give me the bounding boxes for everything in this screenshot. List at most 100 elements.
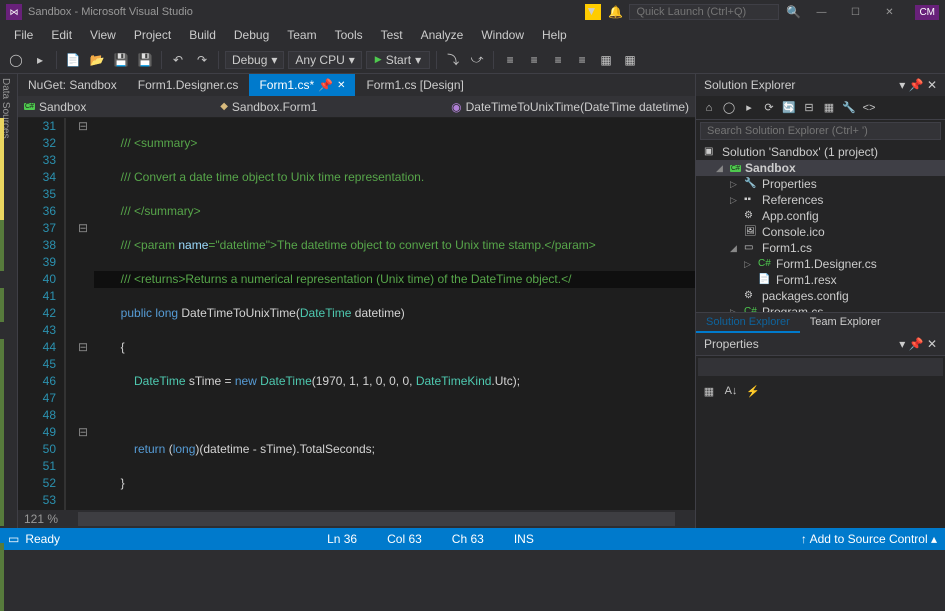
toolbar-icon[interactable]: ▦ — [620, 50, 640, 70]
pin-icon[interactable]: 📌 — [318, 78, 333, 92]
menu-test[interactable]: Test — [373, 25, 411, 45]
start-button[interactable]: ▶Start▾ — [366, 51, 430, 69]
menu-project[interactable]: Project — [126, 25, 179, 45]
events-icon[interactable]: ⚡ — [744, 382, 762, 400]
open-file-icon[interactable]: 📂 — [87, 50, 107, 70]
tree-properties[interactable]: ▷🔧Properties — [696, 176, 945, 192]
tree-project[interactable]: ◢C#Sandbox — [696, 160, 945, 176]
toolbar-icon[interactable]: ≡ — [548, 50, 568, 70]
nav-project[interactable]: C#Sandbox — [24, 100, 86, 114]
tree-form1[interactable]: ◢▭Form1.cs — [696, 240, 945, 256]
code-editor[interactable]: 3132333435363738394041424344454647484950… — [18, 118, 695, 510]
properties-header: Properties ▾ 📌 ✕ — [696, 333, 945, 355]
pin-icon[interactable]: ▾ 📌 — [899, 337, 923, 351]
quick-launch-input[interactable] — [629, 4, 779, 20]
minimize-button[interactable]: — — [807, 2, 835, 22]
preview-icon[interactable]: <> — [860, 99, 878, 117]
close-tab-icon[interactable]: ✕ — [337, 80, 345, 91]
tab-form1-cs[interactable]: Form1.cs*📌✕ — [249, 74, 356, 96]
collapse-icon[interactable]: ⊟ — [800, 99, 818, 117]
toolbar-icon[interactable]: ≡ — [500, 50, 520, 70]
status-line: Ln 36 — [327, 532, 357, 546]
close-panel-icon[interactable]: ✕ — [927, 78, 937, 92]
nav-forward-icon[interactable]: ▸ — [30, 50, 50, 70]
tree-form1designer[interactable]: ▷C#Form1.Designer.cs — [696, 256, 945, 272]
menu-team[interactable]: Team — [279, 25, 324, 45]
nav-method[interactable]: ◉DateTimeToUnixTime(DateTime datetime) — [451, 100, 689, 114]
nav-back-icon[interactable]: ◯ — [6, 50, 26, 70]
menu-debug[interactable]: Debug — [226, 25, 277, 45]
menu-help[interactable]: Help — [534, 25, 575, 45]
tree-form1resx[interactable]: 📄Form1.resx — [696, 272, 945, 288]
config-selector[interactable]: Debug▾ — [225, 51, 284, 69]
line-gutter: 3132333435363738394041424344454647484950… — [18, 118, 66, 510]
wrench-icon: 🔧 — [744, 178, 758, 190]
tab-nuget[interactable]: NuGet: Sandbox — [18, 74, 128, 96]
refresh-icon[interactable]: 🔄 — [780, 99, 798, 117]
tree-appconfig[interactable]: ⚙App.config — [696, 208, 945, 224]
status-col: Col 63 — [387, 532, 422, 546]
categorized-icon[interactable]: ▦ — [700, 382, 718, 400]
menu-tools[interactable]: Tools — [327, 25, 371, 45]
toolbar-icon[interactable]: ≡ — [524, 50, 544, 70]
solution-search-input[interactable] — [700, 122, 941, 140]
tree-references[interactable]: ▷▪▪References — [696, 192, 945, 208]
tab-solution-explorer[interactable]: Solution Explorer — [696, 313, 800, 333]
toolbar-icon[interactable]: ▦ — [596, 50, 616, 70]
status-ins: INS — [514, 532, 534, 546]
vs-logo-icon: ⋈ — [6, 4, 22, 20]
new-file-icon[interactable]: 📄 — [63, 50, 83, 70]
alphabetical-icon[interactable]: A↓ — [722, 382, 740, 400]
horizontal-scrollbar[interactable] — [78, 512, 675, 526]
menu-build[interactable]: Build — [181, 25, 224, 45]
tree-program[interactable]: ▷C#Program.cs — [696, 304, 945, 312]
close-panel-icon[interactable]: ✕ — [927, 337, 937, 351]
zoom-level[interactable]: 121 % — [24, 512, 58, 526]
maximize-button[interactable]: ☐ — [841, 2, 869, 22]
save-all-icon[interactable]: 💾 — [135, 50, 155, 70]
tree-packages[interactable]: ⚙packages.config — [696, 288, 945, 304]
toolbar-icon[interactable]: ≡ — [572, 50, 592, 70]
pin-icon[interactable]: ▾ 📌 — [899, 78, 923, 92]
sync-icon[interactable]: ⟳ — [760, 99, 778, 117]
notification-badge-icon[interactable]: ▼ — [585, 4, 601, 20]
tab-team-explorer[interactable]: Team Explorer — [800, 313, 891, 333]
code-content[interactable]: /// <summary> /// Convert a date time ob… — [90, 118, 695, 510]
tree-consoleico[interactable]: 🖼Console.ico — [696, 224, 945, 240]
nav-class[interactable]: ◆Sandbox.Form1 — [220, 100, 317, 114]
menu-window[interactable]: Window — [473, 25, 532, 45]
solution-icon: ▣ — [704, 146, 718, 158]
tree-solution[interactable]: ▣Solution 'Sandbox' (1 project) — [696, 144, 945, 160]
status-bar: ▭ Ready Ln 36 Col 63 Ch 63 INS ↑ Add to S… — [0, 528, 945, 550]
menu-edit[interactable]: Edit — [43, 25, 80, 45]
user-badge[interactable]: CM — [915, 5, 939, 20]
home-icon[interactable]: ⌂ — [700, 99, 718, 117]
properties-icon[interactable]: 🔧 — [840, 99, 858, 117]
tab-form1-design[interactable]: Form1.cs [Design] — [356, 74, 474, 96]
panel-tab-strip: Solution Explorer Team Explorer — [696, 312, 945, 333]
show-all-icon[interactable]: ▦ — [820, 99, 838, 117]
back-icon[interactable]: ◯ — [720, 99, 738, 117]
platform-selector[interactable]: Any CPU▾ — [288, 51, 361, 69]
solution-tree: ▣Solution 'Sandbox' (1 project) ◢C#Sandb… — [696, 142, 945, 312]
step-over-icon[interactable]: ⤻ — [467, 50, 487, 70]
resx-icon: 📄 — [758, 274, 772, 286]
redo-icon[interactable]: ↷ — [192, 50, 212, 70]
menu-file[interactable]: File — [6, 25, 41, 45]
menu-analyze[interactable]: Analyze — [413, 25, 472, 45]
status-ready: Ready — [25, 532, 60, 546]
undo-icon[interactable]: ↶ — [168, 50, 188, 70]
save-icon[interactable]: 💾 — [111, 50, 131, 70]
tab-designer-cs[interactable]: Form1.Designer.cs — [128, 74, 250, 96]
step-into-icon[interactable]: ⤵ — [443, 50, 463, 70]
forward-icon[interactable]: ▸ — [740, 99, 758, 117]
fold-margin[interactable]: ⊟⊟⊟⊟⊟ — [76, 118, 90, 510]
status-icon: ▭ — [8, 532, 19, 546]
status-char: Ch 63 — [452, 532, 484, 546]
source-control-button[interactable]: ↑ Add to Source Control ▴ — [801, 532, 937, 546]
close-button[interactable]: ✕ — [875, 2, 903, 22]
config-icon: ⚙ — [744, 290, 758, 302]
menu-view[interactable]: View — [82, 25, 124, 45]
feedback-icon[interactable]: 🔔 — [607, 4, 623, 20]
quick-launch-search-icon[interactable]: 🔍 — [785, 4, 801, 20]
